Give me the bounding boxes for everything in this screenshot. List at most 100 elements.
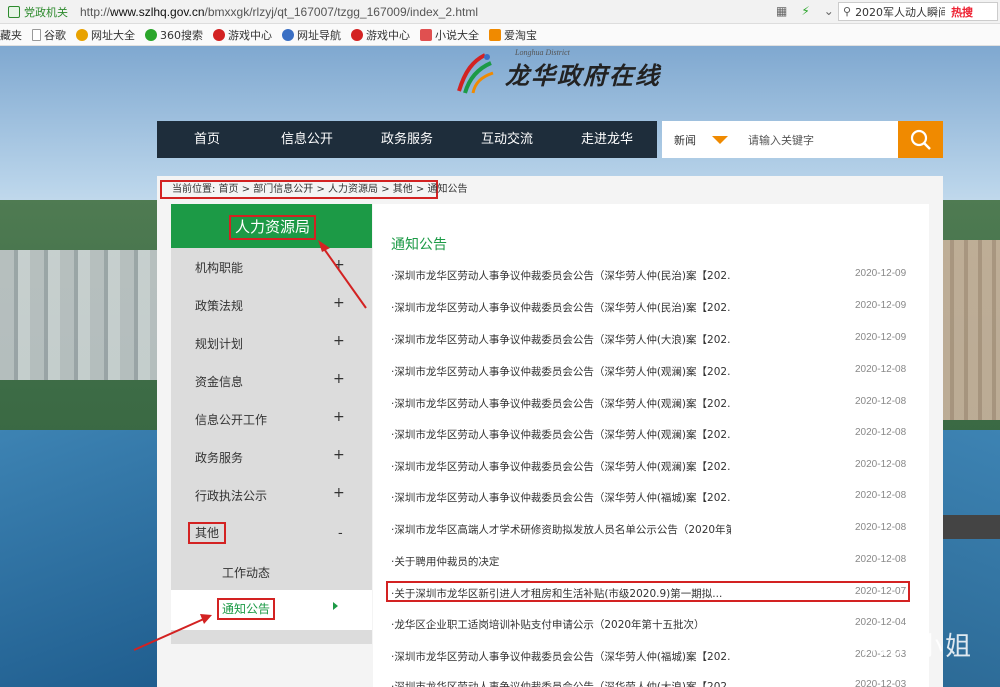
site-logo[interactable]: Longhua District 龙华政府在线: [455, 48, 661, 98]
url-path: /bmxxgk/rlzyj/qt_167007/tzgg_167009/inde…: [204, 4, 479, 19]
list-item-title[interactable]: ·深圳市龙华区高端人才学术研修资助拟发放人员名单公示公告（2020年第...: [391, 522, 731, 537]
sidebar-item-label: 资金信息: [195, 375, 244, 389]
expand-plus-icon[interactable]: +: [333, 295, 345, 311]
list-item[interactable]: ·深圳市龙华区劳动人事争议仲裁委员会公告（深华劳人仲(福城)案【202... 20…: [391, 487, 911, 507]
sidebar-item-other[interactable]: 其他: [188, 522, 227, 544]
list-item-title[interactable]: ·深圳市龙华区劳动人事争议仲裁委员会公告（深华劳人仲(观澜)案【202...: [391, 459, 731, 474]
list-item-title[interactable]: ·深圳市龙华区劳动人事争议仲裁委员会公告（深华劳人仲(大浪)案【202...: [391, 332, 731, 347]
list-item[interactable]: ·关于聘用仲裁员的决定 2020-12-08: [391, 551, 911, 571]
address-bar[interactable]: http://www.szlhq.gov.cn/bmxxgk/rlzyj/qt_…: [80, 5, 478, 19]
sidebar-item-law-enforcement[interactable]: 行政执法公示 +: [171, 476, 372, 514]
expand-plus-icon[interactable]: +: [333, 257, 345, 273]
list-item[interactable]: ·深圳市龙华区劳动人事争议仲裁委员会公告（深华劳人仲(观澜)案【202... 20…: [391, 361, 911, 381]
sidebar-item-label: 行政执法公示: [195, 489, 268, 503]
bookmark-favicon-icon: [420, 28, 432, 41]
list-item-title[interactable]: ·深圳市龙华区劳动人事争议仲裁委员会公告（深华劳人仲(观澜)案【202...: [391, 364, 731, 379]
bookmark-label: 爱淘宝: [504, 28, 537, 42]
expand-plus-icon[interactable]: +: [333, 447, 345, 463]
site-security-badge[interactable]: 党政机关: [8, 4, 68, 20]
bookmark-item[interactable]: 网址导航: [282, 27, 341, 43]
list-item-title[interactable]: ·深圳市龙华区劳动人事争议仲裁委员会公告（深华劳人仲(观澜)案【202...: [391, 396, 731, 411]
nav-info-disclosure[interactable]: 信息公开: [257, 121, 357, 158]
site-badge-label: 党政机关: [24, 5, 68, 19]
list-item-title[interactable]: ·深圳市龙华区劳动人事争议仲裁委员会公告（深华劳人仲(民治)案【202...: [391, 300, 731, 315]
collapse-minus-icon[interactable]: -: [338, 526, 343, 541]
list-item-date: 2020-12-09: [855, 268, 907, 279]
bookmark-item[interactable]: 小说大全: [420, 27, 479, 43]
river-left: [0, 430, 170, 687]
bookmark-label: 游戏中心: [366, 28, 410, 42]
list-item[interactable]: ·深圳市龙华区劳动人事争议仲裁委员会公告（深华劳人仲(民治)案【202... 20…: [391, 265, 911, 285]
list-item-date: 2020-12-08: [855, 554, 907, 565]
browser-search-box[interactable]: ⚲ 2020军人动人瞬间 热搜: [838, 2, 998, 21]
sidebar-item-functions[interactable]: 机构职能 +: [171, 248, 372, 286]
browser-search-text: 2020军人动人瞬间: [855, 5, 946, 19]
highlight-box: [386, 581, 910, 602]
bookmarks-bar: 藏夹 谷歌 网址大全 360搜索 游戏中心 网址导航 游戏中心 小说大全 爱淘宝: [0, 24, 1000, 46]
lightning-icon[interactable]: ⚡: [801, 4, 809, 18]
list-item[interactable]: ·深圳市龙华区劳动人事争议仲裁委员会公告（深华劳人仲(观澜)案【202... 20…: [391, 456, 911, 476]
list-item[interactable]: ·深圳市龙华区劳动人事争议仲裁委员会公告（深华劳人仲(观澜)案【202... 20…: [391, 393, 911, 413]
bookmark-item[interactable]: 谷歌: [32, 27, 66, 43]
search-category-select[interactable]: 新闻: [674, 132, 696, 148]
expand-plus-icon[interactable]: +: [333, 333, 345, 349]
bookmark-label: 谷歌: [44, 28, 66, 42]
list-item-title[interactable]: ·深圳市龙华区劳动人事争议仲裁委员会公告（深华劳人仲(大浪)案【202...: [391, 679, 731, 687]
city-buildings-left: [0, 250, 160, 380]
expand-plus-icon[interactable]: +: [333, 485, 345, 501]
list-item-title[interactable]: ·深圳市龙华区劳动人事争议仲裁委员会公告（深华劳人仲(民治)案【202...: [391, 268, 731, 283]
list-item-date: 2020-12-09: [855, 300, 907, 311]
list-item-title[interactable]: ·深圳市龙华区劳动人事争议仲裁委员会公告（深华劳人仲(福城)案【202...: [391, 490, 731, 505]
nav-government-services[interactable]: 政务服务: [357, 121, 457, 158]
bookmark-favicon-icon: [145, 28, 157, 41]
list-item[interactable]: ·深圳市龙华区劳动人事争议仲裁委员会公告（深华劳人仲(观澜)案【202... 20…: [391, 424, 911, 444]
bookmark-item[interactable]: 藏夹: [0, 27, 22, 43]
search-button[interactable]: [898, 121, 943, 158]
page-icon: [32, 28, 41, 41]
list-item[interactable]: ·深圳市龙华区劳动人事争议仲裁委员会公告（深华劳人仲(民治)案【202... 20…: [391, 297, 911, 317]
sidebar-subitem-notices[interactable]: 通知公告: [171, 590, 372, 630]
bookmark-label: 网址导航: [297, 28, 341, 42]
sidebar-subitem-work-news[interactable]: 工作动态: [222, 564, 270, 581]
list-item[interactable]: ·深圳市龙华区劳动人事争议仲裁委员会公告（深华劳人仲(大浪)案【202... 20…: [391, 676, 911, 687]
bookmark-item[interactable]: 网址大全: [76, 27, 135, 43]
hot-search-badge[interactable]: 热搜: [951, 4, 973, 20]
list-item[interactable]: ·深圳市龙华区高端人才学术研修资助拟发放人员名单公示公告（2020年第... 20…: [391, 519, 911, 539]
list-item-title[interactable]: ·关于聘用仲裁员的决定: [391, 554, 731, 569]
list-item-title[interactable]: ·深圳市龙华区劳动人事争议仲裁委员会公告（深华劳人仲(观澜)案【202...: [391, 427, 731, 442]
list-item-date: 2020-12-08: [855, 396, 907, 407]
list-item-date: 2020-12-08: [855, 427, 907, 438]
chevron-down-icon[interactable]: ⌄: [824, 4, 834, 18]
sidebar-item-plans[interactable]: 规划计划 +: [171, 324, 372, 362]
sidebar-item-services[interactable]: 政务服务 +: [171, 438, 372, 476]
sidebar-item-label: 政策法规: [195, 299, 244, 313]
list-title: 通知公告: [391, 237, 447, 253]
bookmark-item[interactable]: 360搜索: [145, 27, 203, 43]
sidebar-item-policies[interactable]: 政策法规 +: [171, 286, 372, 324]
list-item-title[interactable]: ·深圳市龙华区劳动人事争议仲裁委员会公告（深华劳人仲(福城)案【202...: [391, 649, 731, 664]
dropdown-triangle-icon[interactable]: [712, 135, 728, 144]
site-search-box: 新闻 请输入关键字: [662, 121, 898, 158]
sidebar-subitem-label: 通知公告: [217, 598, 276, 620]
sidebar-header: 人力资源局: [171, 204, 372, 248]
bookmark-item[interactable]: 游戏中心: [351, 27, 410, 43]
nav-about-longhua[interactable]: 走进龙华: [557, 121, 657, 158]
list-item-date: 2020-12-08: [855, 522, 907, 533]
bookmark-item[interactable]: 爱淘宝: [489, 27, 537, 43]
nav-home[interactable]: 首页: [157, 121, 257, 158]
sidebar-item-disclosure-work[interactable]: 信息公开工作 +: [171, 400, 372, 438]
list-item-title[interactable]: ·龙华区企业职工适岗培训补贴支付申请公示（2020年第十五批次）: [391, 617, 731, 632]
sidebar-item-label: 机构职能: [195, 261, 244, 275]
expand-plus-icon[interactable]: +: [333, 371, 345, 387]
list-item[interactable]: ·深圳市龙华区劳动人事争议仲裁委员会公告（深华劳人仲(大浪)案【202... 20…: [391, 329, 911, 349]
expand-plus-icon[interactable]: +: [333, 409, 345, 425]
search-icon: [910, 129, 931, 150]
sidebar-item-funds[interactable]: 资金信息 +: [171, 362, 372, 400]
nav-interaction[interactable]: 互动交流: [457, 121, 557, 158]
sidebar-item-label: 信息公开工作: [195, 413, 268, 427]
bookmark-item[interactable]: 游戏中心: [213, 27, 272, 43]
grid-icon[interactable]: ▦: [776, 4, 787, 18]
search-input[interactable]: 请输入关键字: [748, 132, 814, 148]
list-item-date: 2020-12-08: [855, 459, 907, 470]
watermark: 知乎 @Twina 小姐: [730, 632, 974, 662]
